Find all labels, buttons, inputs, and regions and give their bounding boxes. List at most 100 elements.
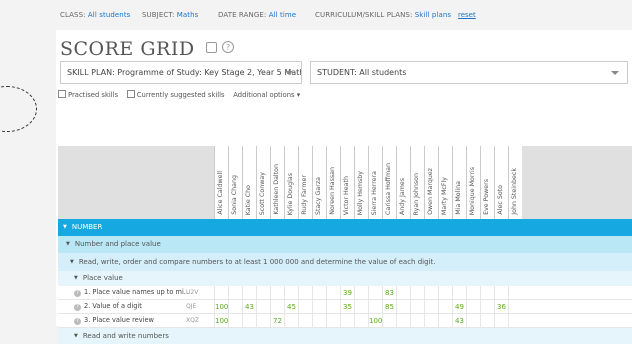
student-column-header[interactable]: Victor Heath: [340, 146, 354, 219]
help-icon[interactable]: ?: [222, 41, 234, 53]
score-cell[interactable]: [326, 300, 340, 314]
score-cell[interactable]: [466, 300, 480, 314]
subject-filter-value[interactable]: Maths: [177, 11, 199, 19]
score-cell[interactable]: [438, 300, 452, 314]
score-cell[interactable]: 45: [284, 300, 298, 314]
score-cell[interactable]: 39: [340, 286, 354, 300]
score-cell[interactable]: [396, 300, 410, 314]
subject-filter[interactable]: SUBJECT: Maths: [142, 11, 198, 19]
class-filter[interactable]: CLASS: All students: [60, 11, 130, 19]
score-cell[interactable]: 36: [494, 300, 508, 314]
collapse-icon[interactable]: ▼: [63, 219, 67, 236]
collapse-icon[interactable]: ▼: [74, 328, 78, 344]
skill-name[interactable]: ? 1. Place value names up to mi...: [74, 288, 190, 297]
score-cell[interactable]: [284, 286, 298, 300]
date-range-filter[interactable]: DATE RANGE: All time: [218, 11, 296, 19]
student-column-header[interactable]: Rudy Farmer: [298, 146, 312, 219]
student-column-header[interactable]: Alice Caldwell: [214, 146, 228, 219]
student-column-header[interactable]: Molly Hemsby: [354, 146, 368, 219]
student-column-header[interactable]: Eve Powers: [480, 146, 494, 219]
band-objective[interactable]: ▼ Read, write, order and compare numbers …: [58, 253, 632, 271]
practised-checkbox[interactable]: Practised skills: [58, 90, 118, 99]
score-cell[interactable]: [410, 286, 424, 300]
band-read-write[interactable]: ▼ Read and write numbers: [58, 328, 632, 344]
student-column-header[interactable]: Sierra Herrera: [368, 146, 382, 219]
skill-help-icon[interactable]: ?: [74, 290, 81, 297]
student-column-header[interactable]: Ryan Johnson: [410, 146, 424, 219]
score-cell[interactable]: [508, 286, 522, 300]
student-column-header[interactable]: Andy James: [396, 146, 410, 219]
score-cell[interactable]: 100: [214, 300, 228, 314]
skill-row[interactable]: ? 2. Value of a digit QJE 100 43 45 35 85 49 36: [58, 300, 632, 314]
score-cell[interactable]: [368, 300, 382, 314]
skill-name[interactable]: ? 3. Place value review: [74, 316, 154, 325]
score-cell[interactable]: [396, 286, 410, 300]
student-column-header[interactable]: Noreen Hassan: [326, 146, 340, 219]
band-number-place-value[interactable]: ▼ Number and place value: [58, 236, 632, 253]
score-cell[interactable]: 35: [340, 300, 354, 314]
score-cell[interactable]: 85: [382, 300, 396, 314]
student-column-header[interactable]: Monique Morris: [466, 146, 480, 219]
skill-name[interactable]: ? 2. Value of a digit: [74, 302, 142, 311]
score-cell[interactable]: [424, 300, 438, 314]
student-column-header[interactable]: Mia Molina: [452, 146, 466, 219]
score-cell[interactable]: [354, 286, 368, 300]
student-column-header[interactable]: Kathleen Dalton: [270, 146, 284, 219]
student-select[interactable]: STUDENT: All students: [310, 61, 628, 84]
checkbox-icon[interactable]: [126, 90, 135, 98]
student-column-header[interactable]: Scott Conway: [256, 146, 270, 219]
student-column-header[interactable]: John Steinbeck: [508, 146, 522, 219]
student-column-header[interactable]: Kylie Douglas: [284, 146, 298, 219]
student-column-header[interactable]: Marty McFly: [438, 146, 452, 219]
skill-help-icon[interactable]: ?: [74, 318, 81, 325]
additional-options-dropdown[interactable]: Additional options ▾: [233, 91, 300, 99]
score-cell[interactable]: [410, 300, 424, 314]
band-place-value[interactable]: ▼ Place value: [58, 271, 632, 286]
collapse-icon[interactable]: ▼: [66, 236, 70, 253]
score-cell[interactable]: [256, 300, 270, 314]
score-cell[interactable]: [298, 300, 312, 314]
student-column-header[interactable]: Alec Soto: [494, 146, 508, 219]
student-column-header[interactable]: Carissa Hoffman: [382, 146, 396, 219]
reset-link[interactable]: reset: [458, 11, 476, 19]
student-column-header[interactable]: Sonia Chang: [228, 146, 242, 219]
score-cell[interactable]: [326, 286, 340, 300]
score-cell[interactable]: [242, 286, 256, 300]
score-cell[interactable]: [270, 300, 284, 314]
score-cell[interactable]: [256, 286, 270, 300]
collapse-icon[interactable]: ▼: [70, 253, 74, 271]
score-cell[interactable]: [466, 286, 480, 300]
score-cell[interactable]: 43: [242, 300, 256, 314]
plans-filter[interactable]: CURRICULUM/SKILL PLANS: Skill plans: [315, 11, 451, 19]
score-cell[interactable]: [494, 286, 508, 300]
score-cell[interactable]: [270, 286, 284, 300]
score-cell[interactable]: [228, 286, 242, 300]
score-cell[interactable]: [480, 286, 494, 300]
score-cell[interactable]: [424, 286, 438, 300]
class-filter-value[interactable]: All students: [88, 11, 131, 19]
score-cell[interactable]: [438, 286, 452, 300]
skill-help-icon[interactable]: ?: [74, 304, 81, 311]
score-cell[interactable]: [508, 300, 522, 314]
collapse-icon[interactable]: ▼: [74, 271, 78, 286]
score-cell[interactable]: [480, 300, 494, 314]
score-cell[interactable]: [298, 286, 312, 300]
score-cell[interactable]: [368, 286, 382, 300]
score-cell[interactable]: 83: [382, 286, 396, 300]
date-range-filter-value[interactable]: All time: [269, 11, 297, 19]
suggested-checkbox[interactable]: Currently suggested skills: [126, 90, 225, 99]
skill-row[interactable]: ? 1. Place value names up to mi... U2V 39 83: [58, 286, 632, 300]
student-column-header[interactable]: Stacy Garza: [312, 146, 326, 219]
score-cell[interactable]: [312, 300, 326, 314]
student-column-header[interactable]: Owen Marquez: [424, 146, 438, 219]
score-cell[interactable]: [354, 300, 368, 314]
score-cell[interactable]: [228, 300, 242, 314]
checkbox-icon[interactable]: [58, 90, 66, 98]
band-number[interactable]: ▼ NUMBER: [58, 219, 632, 236]
score-cell[interactable]: [214, 286, 228, 300]
table-icon[interactable]: [206, 42, 217, 53]
score-cell[interactable]: [312, 286, 326, 300]
student-column-header[interactable]: Katie Cho: [242, 146, 256, 219]
score-cell[interactable]: [452, 286, 466, 300]
plans-filter-value[interactable]: Skill plans: [415, 11, 451, 19]
